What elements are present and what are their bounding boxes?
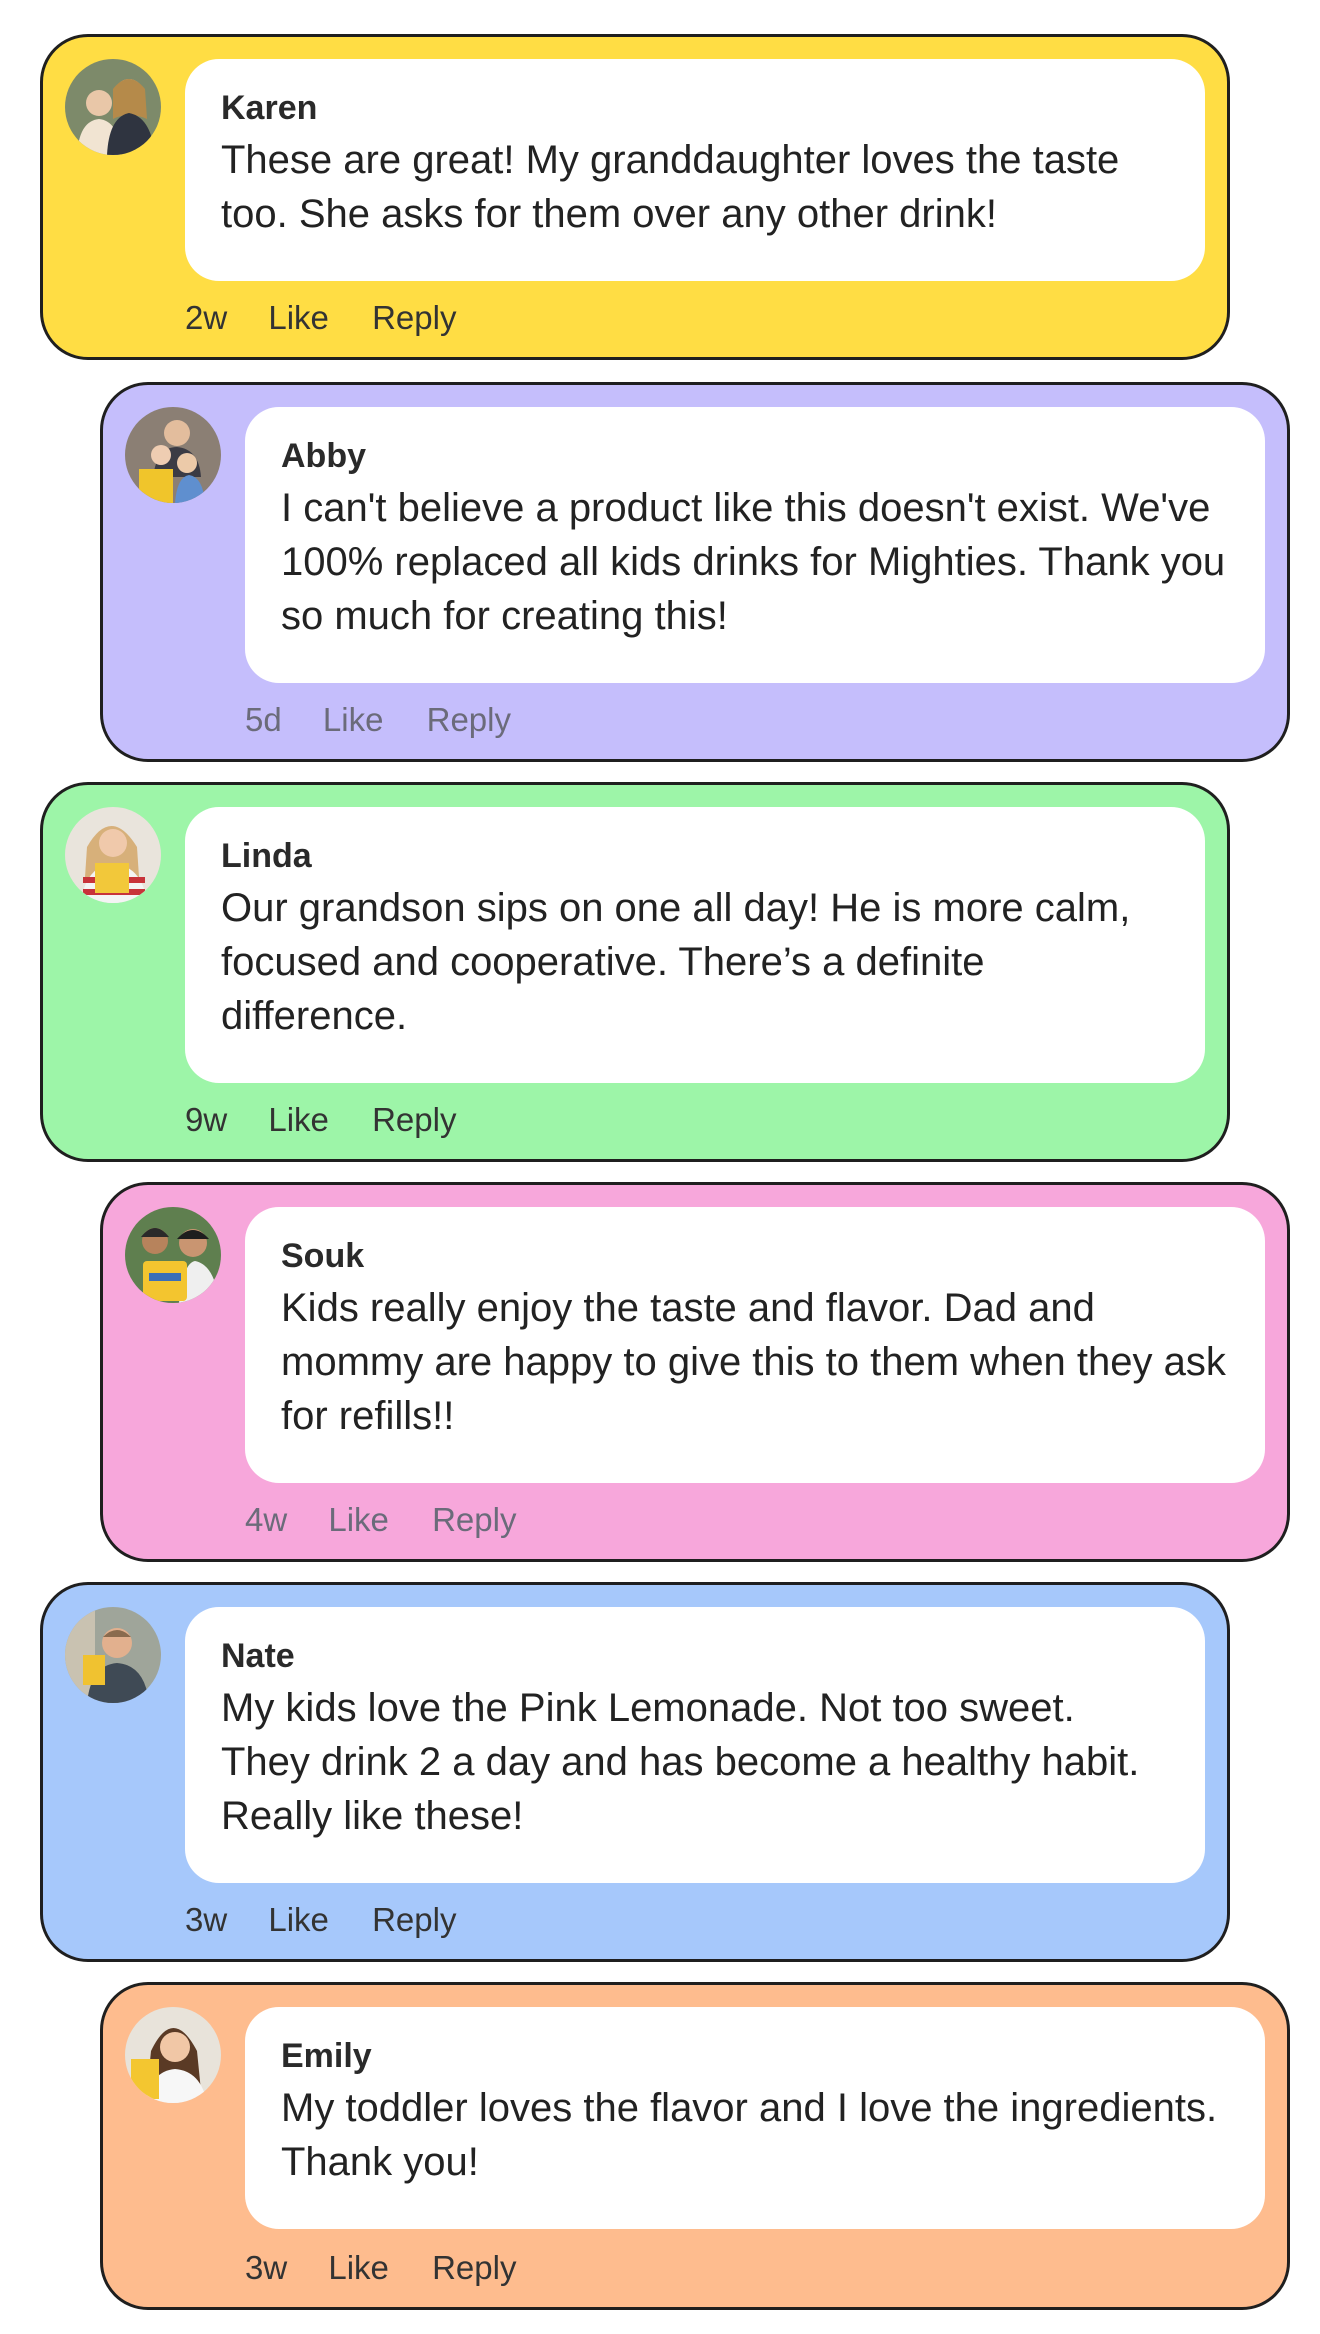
commenter-name[interactable]: Souk: [281, 1235, 1229, 1277]
avatar[interactable]: [125, 2007, 221, 2103]
avatar[interactable]: [125, 1207, 221, 1303]
reply-button[interactable]: Reply: [372, 299, 456, 337]
comment-actions: 3w Like Reply: [245, 2249, 516, 2287]
comment-card: Nate My kids love the Pink Lemonade. Not…: [40, 1582, 1230, 1962]
comment-actions: 2w Like Reply: [185, 299, 456, 337]
comment-text: Kids really enjoy the taste and flavor. …: [281, 1286, 1226, 1438]
comment-time: 3w: [245, 2249, 288, 2286]
comment-time: 9w: [185, 1101, 228, 1138]
comment-text: These are great! My granddaughter loves …: [221, 138, 1120, 236]
reply-button[interactable]: Reply: [372, 1101, 456, 1139]
comment-card: Linda Our grandson sips on one all day! …: [40, 782, 1230, 1162]
avatar[interactable]: [65, 59, 161, 155]
commenter-name[interactable]: Emily: [281, 2035, 1229, 2077]
commenter-name[interactable]: Nate: [221, 1635, 1169, 1677]
comment-time: 5d: [245, 701, 282, 738]
comment-actions: 3w Like Reply: [185, 1901, 456, 1939]
comment-bubble: Karen These are great! My granddaughter …: [185, 59, 1205, 281]
comment-bubble: Abby I can't believe a product like this…: [245, 407, 1265, 683]
comment-time: 3w: [185, 1901, 228, 1938]
comment-text: I can't believe a product like this does…: [281, 486, 1226, 638]
comment-actions: 4w Like Reply: [245, 1501, 516, 1539]
comment-bubble: Souk Kids really enjoy the taste and fla…: [245, 1207, 1265, 1483]
comment-text: My toddler loves the flavor and I love t…: [281, 2086, 1218, 2184]
comment-time: 2w: [185, 299, 228, 336]
avatar-photo-icon: [125, 1207, 221, 1303]
avatar[interactable]: [65, 807, 161, 903]
avatar-photo-icon: [65, 807, 161, 903]
like-button[interactable]: Like: [328, 2249, 389, 2287]
comment-text: Our grandson sips on one all day! He is …: [221, 886, 1131, 1038]
comment-actions: 9w Like Reply: [185, 1101, 456, 1139]
comment-text: My kids love the Pink Lemonade. Not too …: [221, 1686, 1140, 1838]
reply-button[interactable]: Reply: [432, 2249, 516, 2287]
avatar-photo-icon: [65, 59, 161, 155]
like-button[interactable]: Like: [268, 1101, 329, 1139]
comment-bubble: Nate My kids love the Pink Lemonade. Not…: [185, 1607, 1205, 1883]
avatar-photo-icon: [65, 1607, 161, 1703]
commenter-name[interactable]: Karen: [221, 87, 1169, 129]
like-button[interactable]: Like: [268, 299, 329, 337]
comment-card: Souk Kids really enjoy the taste and fla…: [100, 1182, 1290, 1562]
comment-card: Emily My toddler loves the flavor and I …: [100, 1982, 1290, 2310]
comment-actions: 5d Like Reply: [245, 701, 511, 739]
like-button[interactable]: Like: [323, 701, 384, 739]
comment-time: 4w: [245, 1501, 288, 1538]
avatar-photo-icon: [125, 407, 221, 503]
comment-card: Karen These are great! My granddaughter …: [40, 34, 1230, 360]
comment-bubble: Emily My toddler loves the flavor and I …: [245, 2007, 1265, 2229]
avatar[interactable]: [65, 1607, 161, 1703]
like-button[interactable]: Like: [268, 1901, 329, 1939]
commenter-name[interactable]: Linda: [221, 835, 1169, 877]
avatar[interactable]: [125, 407, 221, 503]
like-button[interactable]: Like: [328, 1501, 389, 1539]
reply-button[interactable]: Reply: [427, 701, 511, 739]
comment-card: Abby I can't believe a product like this…: [100, 382, 1290, 762]
avatar-photo-icon: [125, 2007, 221, 2103]
reply-button[interactable]: Reply: [432, 1501, 516, 1539]
reply-button[interactable]: Reply: [372, 1901, 456, 1939]
commenter-name[interactable]: Abby: [281, 435, 1229, 477]
comment-bubble: Linda Our grandson sips on one all day! …: [185, 807, 1205, 1083]
